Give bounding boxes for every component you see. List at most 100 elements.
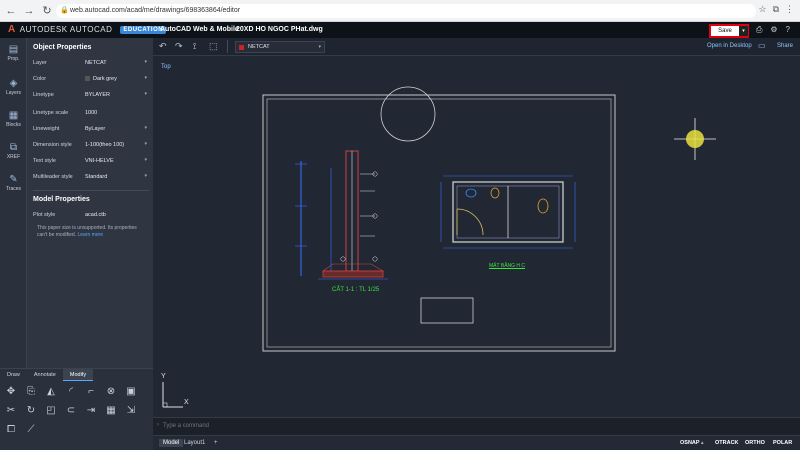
offset-icon[interactable]: ⊂: [64, 404, 78, 418]
mirror-icon[interactable]: ◭: [44, 385, 58, 399]
share-button[interactable]: Share: [777, 43, 793, 49]
layer-selector[interactable]: NETCAT ▾: [235, 41, 325, 53]
prop-row-linetype[interactable]: Linetype BYLAYER ▾: [33, 88, 149, 102]
url-text: web.autocad.com/acad/me/drawings/6983638…: [70, 7, 241, 14]
rail-item-layers[interactable]: ◈ Layers: [2, 78, 25, 96]
color-swatch: [85, 76, 90, 81]
layer-name: NETCAT: [248, 44, 270, 50]
measure-icon[interactable]: ⟟: [193, 41, 196, 52]
app-title: AutoCAD Web & Mobile: [160, 26, 239, 33]
cursor-crosshair: [674, 118, 716, 160]
prop-key: Layer: [33, 60, 47, 66]
tab-model[interactable]: Model: [159, 439, 184, 447]
prop-value: acad.ctb: [85, 212, 106, 218]
tab-modify[interactable]: Modify: [62, 369, 94, 381]
osnap-dropdown-icon[interactable]: ▴: [701, 440, 704, 446]
break-icon[interactable]: ⟋: [24, 423, 38, 437]
scale-icon[interactable]: ◰: [44, 404, 58, 418]
polar-toggle[interactable]: POLAR: [773, 440, 792, 446]
toolbar-divider: [227, 40, 228, 53]
prop-key: Linetype: [33, 92, 54, 98]
join-icon[interactable]: ⊗: [104, 385, 118, 399]
prop-row-lineweight[interactable]: Lineweight ByLayer ▾: [33, 122, 149, 136]
lock-icon: 🔒: [60, 7, 69, 14]
prop-row-linetype-scale[interactable]: Linetype scale 1000: [33, 106, 149, 120]
plan-label: MẶT BẰNG H C: [489, 263, 526, 269]
stretch-icon[interactable]: ⇲: [124, 404, 138, 418]
chevron-down-icon: ▾: [318, 44, 321, 50]
menu-icon[interactable]: ⋮: [785, 4, 794, 15]
prop-key: Multileader style: [33, 174, 73, 180]
browser-tools: ☆ ⧉ ⋮: [758, 4, 794, 15]
rail-item-properties[interactable]: ▤ Prop.: [2, 44, 25, 62]
chamfer-icon[interactable]: ⌐: [84, 385, 98, 399]
open-in-desktop-button[interactable]: Open in Desktop: [707, 43, 752, 49]
add-layout-button[interactable]: +: [214, 440, 218, 446]
trim-icon[interactable]: ✂: [4, 404, 18, 418]
tab-draw[interactable]: Draw: [0, 369, 27, 381]
traces-icon: ✎: [9, 174, 18, 185]
move-icon[interactable]: ✥: [4, 385, 18, 399]
prop-row-dimension-style[interactable]: Dimension style 1-100(theo 100) ▾: [33, 138, 149, 152]
chevron-down-icon: ▾: [144, 157, 147, 163]
save-button[interactable]: Save ▾: [709, 24, 749, 38]
redo-icon[interactable]: ↷: [175, 41, 183, 52]
save-dropdown-icon[interactable]: ▾: [739, 26, 748, 36]
rotate-icon[interactable]: ↻: [24, 404, 38, 418]
back-icon[interactable]: ←: [4, 4, 18, 18]
explode-icon[interactable]: ▣: [124, 385, 138, 399]
divider: [33, 190, 149, 191]
copy-icon[interactable]: ⎘: [24, 385, 38, 399]
prop-value: Dark grey: [93, 76, 117, 82]
select-icon[interactable]: ⬚: [209, 41, 218, 52]
drawing-toolbar: ↶ ↷ ⟟ ⬚ NETCAT ▾ Open in Desktop ▭ Share: [153, 38, 800, 56]
prop-key: Lineweight: [33, 126, 60, 132]
chevron-down-icon: ▾: [144, 125, 147, 131]
modify-tools-grid: ✥ ⎘ ◭ ◜ ⌐ ⊗ ▣ ✂ ↻ ◰ ⊂ ⇥ ▦ ⇲ ⧠ ⟋: [4, 385, 150, 437]
prop-row-layer[interactable]: Layer NETCAT ▾: [33, 56, 149, 70]
reload-icon[interactable]: ↻: [40, 4, 54, 18]
fillet-icon[interactable]: ◜: [64, 385, 78, 399]
star-icon[interactable]: ☆: [758, 4, 766, 15]
learn-more-link[interactable]: Learn more: [77, 232, 103, 238]
drawing-canvas[interactable]: Top CẮT 1-1: TL 1/25 MẶT BẰNG H C Y X: [153, 56, 800, 417]
xref-icon: ⧉: [9, 142, 18, 153]
osnap-toggle[interactable]: OSNAP: [680, 440, 700, 446]
erase-icon[interactable]: ⧠: [4, 423, 18, 437]
prop-row-text-style[interactable]: Text style VNI-HELVE ▾: [33, 154, 149, 168]
help-icon[interactable]: ?: [786, 25, 790, 35]
gear-icon[interactable]: ⚙: [770, 25, 777, 35]
command-chevron-icon: ›: [157, 422, 159, 428]
prop-key: Color: [33, 76, 47, 82]
ucs-icon: [162, 382, 183, 408]
ortho-toggle[interactable]: ORTHO: [745, 440, 765, 446]
ucs-y-label: Y: [161, 373, 166, 380]
tab-layout1[interactable]: Layout1: [184, 440, 205, 446]
prop-row-color[interactable]: Color Dark grey ▾: [33, 72, 149, 86]
otrack-toggle[interactable]: OTRACK: [715, 440, 739, 446]
rail-item-xref[interactable]: ⧉ XREF: [2, 142, 25, 160]
undo-icon[interactable]: ↶: [159, 41, 167, 52]
rail-label: Layers: [5, 90, 21, 96]
browser-toolbar: ← → ↻ ⌂ 🔒 web.autocad.com/acad/me/drawin…: [0, 0, 800, 22]
blocks-icon: ▦: [8, 110, 19, 121]
extension-icon[interactable]: ⧉: [773, 4, 779, 15]
rail-item-blocks[interactable]: ▦ Blocks: [2, 110, 25, 128]
command-line[interactable]: › Type a command: [153, 417, 800, 435]
prop-key: Plot style: [33, 212, 56, 218]
array-icon[interactable]: ▦: [104, 404, 118, 418]
drawing-svg: [162, 86, 716, 408]
app-header: A AUTODESK AUTOCAD EDUCATION AutoCAD Web…: [0, 22, 800, 38]
prop-value: NETCAT: [85, 60, 107, 66]
tab-annotate[interactable]: Annotate: [27, 369, 63, 381]
model-properties-heading: Model Properties: [33, 196, 90, 203]
rail-label: XREF: [6, 154, 21, 160]
address-bar[interactable]: 🔒 web.autocad.com/acad/me/drawings/69836…: [56, 4, 756, 18]
prop-row-multileader-style[interactable]: Multileader style Standard ▾: [33, 170, 149, 184]
extend-icon[interactable]: ⇥: [84, 404, 98, 418]
prop-value: VNI-HELVE: [85, 158, 114, 164]
forward-icon[interactable]: →: [22, 4, 36, 18]
print-icon[interactable]: ⎙: [756, 25, 762, 35]
chevron-down-icon: ▾: [144, 91, 147, 97]
rail-item-traces[interactable]: ✎ Traces: [2, 174, 25, 192]
